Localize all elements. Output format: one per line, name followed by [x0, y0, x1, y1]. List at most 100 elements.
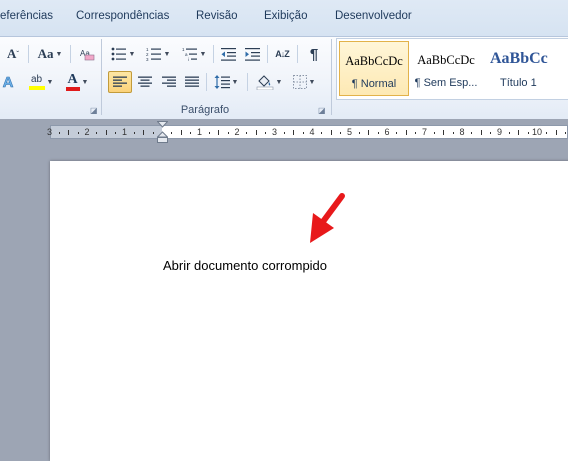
ribbon: Aˇ Aa ▼ Aa A ab ▼ A ▼ ◪ ▼ 1 2 3 ▼ 1 a i …: [0, 36, 568, 120]
numbering-button[interactable]: 1 2 3 ▼: [142, 43, 174, 65]
shading-button[interactable]: ▼: [252, 71, 286, 93]
font-dialog-launcher-icon[interactable]: ◪: [90, 106, 98, 115]
ruler-tick: [105, 130, 107, 135]
align-left-button[interactable]: [108, 71, 132, 93]
ruler-tick: [480, 130, 482, 135]
ruler-tick: [377, 132, 379, 134]
ruler-tick: [133, 132, 135, 134]
ruler-tick: [527, 132, 529, 134]
shrink-font-button[interactable]: Aˇ: [2, 43, 24, 65]
increase-indent-button[interactable]: [242, 43, 264, 65]
ruler-tick: [433, 132, 435, 134]
group-separator: [331, 39, 332, 115]
justify-icon: [185, 76, 199, 87]
align-right-button[interactable]: [158, 71, 180, 93]
borders-icon: [292, 75, 307, 89]
style-sem-espacamento[interactable]: AaBbCcDc ¶ Sem Esp...: [411, 41, 481, 96]
styles-gallery: AaBbCcDc ¶ Normal AaBbCcDc ¶ Sem Esp... …: [336, 38, 568, 100]
ruler-tick: [452, 132, 454, 134]
ruler-number: 3: [46, 127, 53, 137]
document-page[interactable]: Abrir documento corrompido: [50, 161, 568, 461]
document-text[interactable]: Abrir documento corrompido: [163, 258, 327, 273]
line-spacing-button[interactable]: ▼: [210, 71, 242, 93]
ruler-number: 3: [271, 127, 278, 137]
separator: [267, 45, 268, 63]
decrease-indent-button[interactable]: [218, 43, 240, 65]
bullet-list-icon: [111, 47, 126, 61]
style-sample: AaBbCc: [490, 50, 548, 67]
separator: [206, 73, 207, 91]
ruler-tick: [415, 132, 417, 134]
shrink-font-icon: A: [6, 46, 17, 61]
ribbon-tab-bar: eferências Correspondências Revisão Exib…: [0, 0, 568, 36]
ruler-tick: [265, 132, 267, 134]
text-effects-button[interactable]: A: [0, 71, 16, 93]
ruler-tick: [246, 132, 248, 134]
separator: [247, 73, 248, 91]
tab-revisao[interactable]: Revisão: [196, 10, 238, 22]
ruler-number: 5: [346, 127, 353, 137]
ruler-number: 6: [384, 127, 390, 137]
ruler-number: 2: [234, 127, 240, 137]
tab-correspondencias[interactable]: Correspondências: [76, 10, 169, 22]
style-titulo-1[interactable]: AaBbCc Título 1: [483, 41, 568, 96]
show-hide-marks-button[interactable]: ¶: [302, 43, 326, 65]
paragraph-dialog-launcher-icon[interactable]: ◪: [318, 106, 326, 115]
ruler-tick: [565, 132, 567, 134]
clear-formatting-icon: Aa: [80, 49, 95, 61]
separator: [28, 45, 29, 63]
svg-text:i: i: [188, 57, 189, 61]
ruler-number: 4: [309, 127, 315, 137]
change-case-icon: Aa: [37, 46, 54, 61]
align-center-button[interactable]: [134, 71, 156, 93]
sort-button[interactable]: A↓Z: [271, 43, 293, 65]
horizontal-ruler: 3 2 1 1 2 3 4 5 6 7 8 9 10: [0, 119, 568, 143]
group-separator: [101, 39, 102, 115]
ruler-tick: [330, 130, 332, 135]
style-name: Título 1: [500, 77, 537, 89]
ruler-tick: [143, 130, 145, 135]
style-sample: AaBbCcDc: [417, 53, 475, 67]
tab-exibicao[interactable]: Exibição: [264, 10, 307, 22]
borders-button[interactable]: ▼: [288, 71, 320, 93]
style-name: ¶ Sem Esp...: [414, 77, 478, 89]
clear-formatting-button[interactable]: Aa: [76, 43, 98, 65]
decrease-indent-icon: [221, 48, 236, 61]
line-spacing-icon: [214, 75, 230, 89]
ruler-tick: [208, 132, 210, 134]
ruler-tick: [77, 132, 79, 134]
ruler-strip[interactable]: 3 2 1 1 2 3 4 5 6 7 8 9 10: [46, 121, 568, 143]
paint-bucket-icon: [256, 75, 273, 90]
ruler-tick: [218, 130, 220, 135]
ruler-tick: [321, 132, 323, 134]
pilcrow-icon: ¶: [309, 45, 319, 63]
ruler-tick: [171, 132, 173, 134]
increase-indent-icon: [245, 48, 260, 61]
multilevel-list-button[interactable]: 1 a i ▼: [178, 43, 210, 65]
style-normal[interactable]: AaBbCcDc ¶ Normal: [339, 41, 409, 96]
change-case-button[interactable]: Aa ▼: [34, 43, 66, 65]
align-left-icon: [113, 76, 127, 87]
ruler-tick: [490, 132, 492, 134]
ruler-tick: [115, 132, 117, 134]
bullets-button[interactable]: ▼: [108, 43, 138, 65]
align-right-icon: [162, 76, 176, 87]
highlighter-icon: ab: [28, 74, 45, 90]
ruler-tick: [68, 130, 70, 135]
highlight-color-button[interactable]: ab ▼: [24, 71, 58, 93]
align-center-icon: [138, 76, 152, 87]
ruler-tick: [227, 132, 229, 134]
ruler-number: 1: [196, 127, 203, 137]
ruler-tick: [368, 130, 370, 135]
tab-referencias[interactable]: eferências: [0, 10, 53, 22]
ruler-tick: [508, 132, 510, 134]
ruler-tick: [283, 132, 285, 134]
ruler-tick: [58, 132, 60, 134]
ruler-number: 7: [421, 127, 428, 137]
tab-desenvolvedor[interactable]: Desenvolvedor: [335, 10, 412, 22]
justify-button[interactable]: [181, 71, 203, 93]
ruler-tick: [96, 132, 98, 134]
font-color-button[interactable]: A ▼: [62, 71, 92, 93]
style-sample: AaBbCcDc: [345, 54, 403, 68]
indent-marker-icon[interactable]: [157, 121, 168, 145]
